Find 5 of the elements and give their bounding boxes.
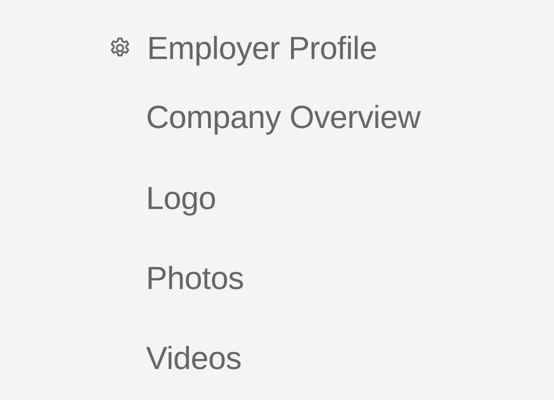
menu-item[interactable]: Company Overview bbox=[146, 98, 420, 136]
menu-item[interactable]: Videos bbox=[146, 340, 242, 376]
menu-item[interactable]: Photos bbox=[146, 260, 244, 296]
menu-heading[interactable]: Employer Profile bbox=[147, 30, 377, 66]
menu-item[interactable]: Logo bbox=[146, 180, 216, 216]
